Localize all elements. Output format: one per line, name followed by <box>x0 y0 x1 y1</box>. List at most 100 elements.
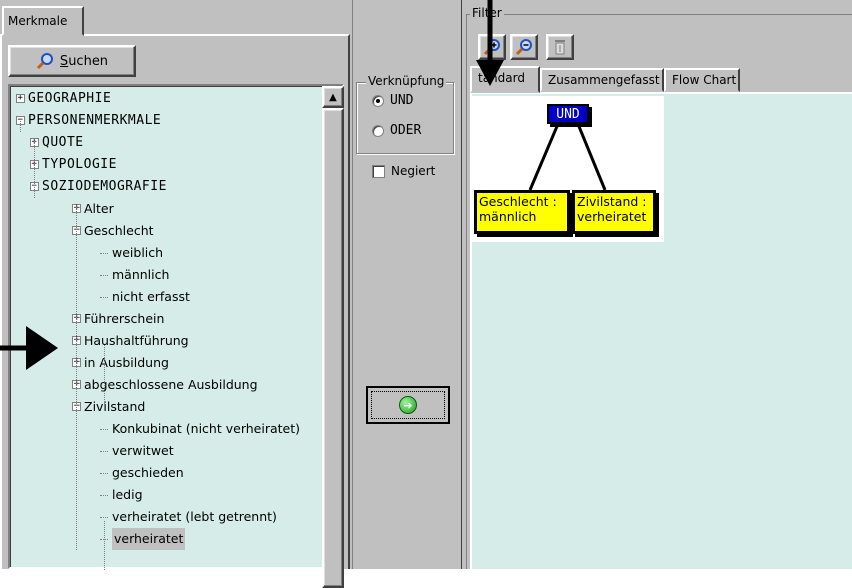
tree-item[interactable]: + Alter <box>10 198 322 220</box>
tree-item[interactable]: + QUOTE <box>10 132 322 154</box>
search-button-label: Suchen <box>59 53 109 69</box>
tree-rows: + GEOGRAPHIE − PERSONENMERKMALE + QUOTE + TYPOL… <box>10 86 322 571</box>
radio-und-label: UND <box>390 93 414 108</box>
leaf-node-zivilstand[interactable]: Zivilstand : verheiratet <box>572 190 656 234</box>
search-icon <box>36 53 53 70</box>
zoom-in-icon <box>483 39 500 56</box>
tree-item[interactable]: − Geschlecht <box>10 220 322 242</box>
zoom-out-button[interactable] <box>510 34 538 60</box>
leaf-node-geschlecht-line2: männlich <box>479 209 537 224</box>
tab-zusammengefasst[interactable]: Zusammengefasst <box>540 68 664 92</box>
tree-guide-line <box>104 521 105 570</box>
tree-branch-line <box>100 495 108 496</box>
tree-branch-line <box>100 429 108 430</box>
root-node-und[interactable]: UND <box>547 104 589 124</box>
tree-item[interactable]: Konkubinat (nicht verheiratet) <box>10 418 322 440</box>
tree-item[interactable]: ledig <box>10 484 322 506</box>
tree-branch-line <box>100 517 108 518</box>
radio-oder-indicator[interactable] <box>372 124 384 137</box>
tree-item-label: Konkubinat (nicht verheiratet) <box>112 421 300 436</box>
tree-guide-line <box>104 345 105 410</box>
add-to-filter-button[interactable]: ➜ <box>366 386 450 424</box>
tab-standard-label: tandard <box>478 71 525 85</box>
radio-oder-label: ODER <box>390 123 422 138</box>
tree-item[interactable]: + Haushaltführung <box>10 330 322 352</box>
tree-item[interactable]: + in Ausbildung <box>10 352 322 374</box>
radio-und-indicator[interactable] <box>372 94 384 107</box>
tree-item[interactable]: + abgeschlossene Ausbildung <box>10 374 322 396</box>
delete-button[interactable] <box>546 34 574 60</box>
tab-flow-chart[interactable]: Flow Chart <box>664 68 740 92</box>
attribute-tree[interactable]: + GEOGRAPHIE − PERSONENMERKMALE + QUOTE + TYPOL… <box>8 84 344 588</box>
scroll-up-button[interactable]: ▲ <box>322 86 344 108</box>
tree-item-label: GEOGRAPHIE <box>28 91 112 106</box>
negated-checkbox-label: Negiert <box>391 164 436 178</box>
search-button[interactable]: Suchen <box>8 45 136 77</box>
leaf-node-geschlecht-line1: Geschlecht : <box>479 194 557 209</box>
tree-item-label: Zivilstand <box>84 399 146 414</box>
arrow-right-icon: ➜ <box>399 396 417 414</box>
tree-item-label: Führerschein <box>84 311 165 326</box>
radio-oder[interactable]: ODER <box>372 123 421 138</box>
tree-guide-line <box>34 141 35 198</box>
tree-item-label: verheiratet (lebt getrennt) <box>112 509 277 524</box>
tree-branch-line <box>100 451 108 452</box>
tree-item-label: verwitwet <box>112 443 174 458</box>
negated-checkbox-box[interactable] <box>372 164 385 178</box>
tab-standard[interactable]: tandard <box>470 66 540 93</box>
tree-item[interactable]: männlich <box>10 264 322 286</box>
tree-item[interactable]: verheiratet <box>10 528 322 550</box>
tree-item-label: Geschlecht <box>84 223 154 238</box>
triangle-up-icon: ▲ <box>329 91 337 103</box>
tree-item-label: geschieden <box>112 465 184 480</box>
tree-scrollbar[interactable]: ▲ <box>322 86 344 588</box>
tree-item-label: in Ausbildung <box>84 355 169 370</box>
tree-branch-line <box>100 275 108 276</box>
tree-item-label: TYPOLOGIE <box>42 157 117 172</box>
add-to-filter-focus: ➜ <box>371 391 445 419</box>
tree-item[interactable]: − Zivilstand <box>10 396 322 418</box>
tab-flow-chart-label: Flow Chart <box>672 73 737 87</box>
tree-item[interactable]: weiblich <box>10 242 322 264</box>
tree-item[interactable]: − SOZIODEMOGRAFIE <box>10 176 322 198</box>
scroll-thumb[interactable] <box>322 108 344 588</box>
tab-merkmale-label: Merkmale <box>8 14 68 28</box>
tree-item-label: Alter <box>84 201 114 216</box>
tree-guide-line <box>20 119 21 132</box>
tree-branch-line <box>100 297 108 298</box>
tree-item[interactable]: verheiratet (lebt getrennt) <box>10 506 322 528</box>
tree-branch-line <box>100 473 108 474</box>
tree-item[interactable]: verwitwet <box>10 440 322 462</box>
connection-group-label: Verknüpfung <box>366 74 447 88</box>
tab-merkmale[interactable]: Merkmale <box>2 6 84 36</box>
tree-item[interactable]: + GEOGRAPHIE <box>10 88 322 110</box>
tree-item-label: QUOTE <box>42 135 84 150</box>
tree-item-label: PERSONENMERKMALE <box>28 113 162 128</box>
tree-guide-line <box>76 207 77 550</box>
tree-item[interactable]: nicht erfasst <box>10 286 322 308</box>
leaf-node-zivilstand-line1: Zivilstand : <box>577 194 647 209</box>
filter-label: Filter <box>470 6 504 20</box>
tree-item-label: weiblich <box>112 245 164 260</box>
tab-zusammengefasst-label: Zusammengefasst <box>548 73 660 87</box>
tree-item-label: abgeschlossene Ausbildung <box>84 377 258 392</box>
view-tabs: tandard Zusammengefasst Flow Chart <box>470 66 850 93</box>
tree-item-label: nicht erfasst <box>112 289 190 304</box>
tree-item[interactable]: + TYPOLOGIE <box>10 154 322 176</box>
expand-icon[interactable]: + <box>16 94 25 103</box>
tree-item-label: männlich <box>112 267 170 282</box>
leaf-node-zivilstand-line2: verheiratet <box>577 209 647 224</box>
zoom-out-icon <box>515 39 532 56</box>
trash-icon <box>555 40 565 55</box>
tree-item[interactable]: + Führerschein <box>10 308 322 330</box>
zoom-in-button[interactable] <box>478 34 506 60</box>
tree-item[interactable]: − PERSONENMERKMALE <box>10 110 322 132</box>
tree-item[interactable]: geschieden <box>10 462 322 484</box>
tree-item-label: Haushaltführung <box>84 333 189 348</box>
negated-checkbox[interactable]: Negiert <box>372 164 435 178</box>
tree-item-label: verheiratet <box>112 528 186 550</box>
tree-item-label: ledig <box>112 487 143 502</box>
radio-und[interactable]: UND <box>372 93 413 108</box>
tree-item-label: SOZIODEMOGRAFIE <box>42 179 167 194</box>
leaf-node-geschlecht[interactable]: Geschlecht : männlich <box>474 190 570 234</box>
